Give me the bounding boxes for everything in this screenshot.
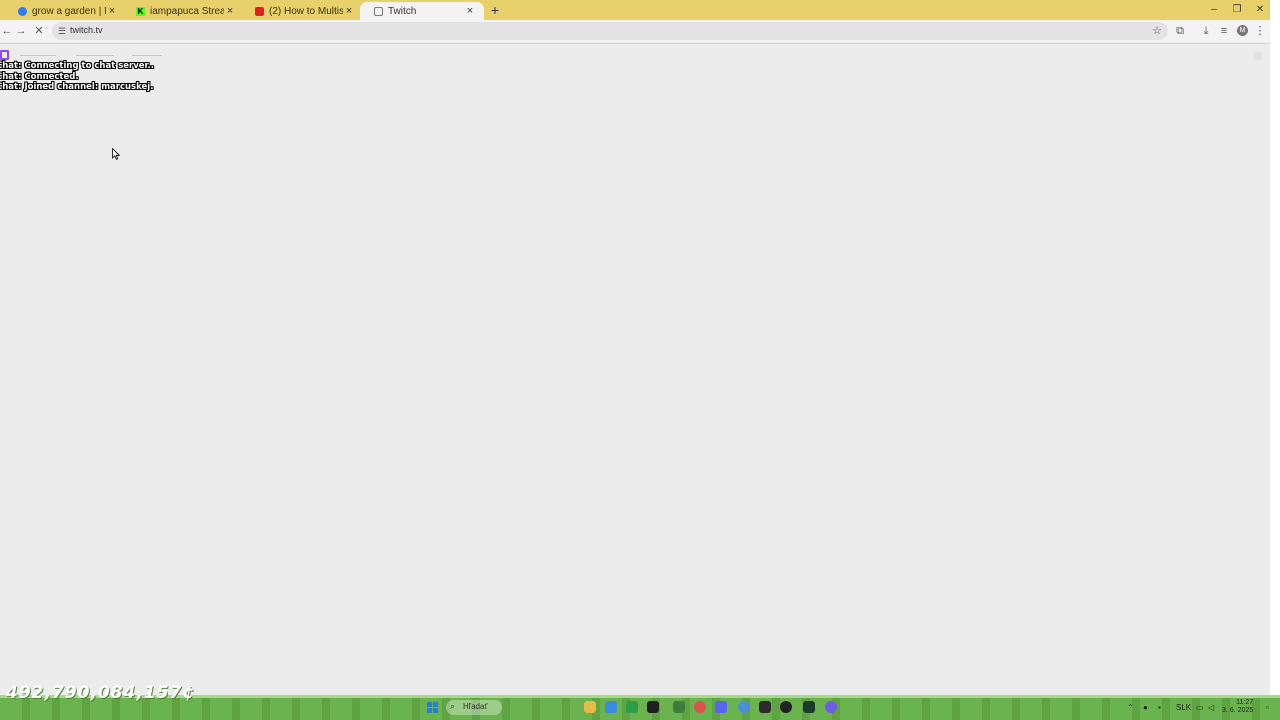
close-icon[interactable]: ×	[464, 5, 476, 17]
close-icon[interactable]: ×	[343, 5, 355, 17]
nav-placeholder	[76, 55, 114, 56]
chrome-app-icon[interactable]	[694, 701, 706, 713]
close-icon[interactable]: ×	[224, 5, 236, 17]
url-text[interactable]: twitch.tv	[70, 25, 103, 35]
chat-line: Chat: Connected.	[0, 71, 79, 82]
clock-time: 11:27	[1236, 699, 1254, 706]
tab-messenger[interactable]: grow a garden | Messenger ×	[4, 2, 126, 20]
messenger-icon	[18, 6, 27, 16]
extensions-icon[interactable]: ⧉	[1173, 24, 1187, 38]
stop-loading-icon[interactable]: ✕	[32, 24, 46, 38]
minimize-icon[interactable]: –	[1207, 3, 1221, 17]
notifications-icon[interactable]: ▫	[1266, 703, 1269, 712]
chrome-profile-icon[interactable]	[738, 701, 750, 713]
restore-icon[interactable]: ❐	[1230, 3, 1244, 17]
discord-app-icon[interactable]	[715, 701, 727, 713]
settings-app-icon[interactable]	[825, 701, 837, 713]
kick-icon: K	[136, 6, 145, 16]
menu-icon[interactable]: ⋮	[1253, 24, 1267, 38]
tab-title: iampapuca Stream - Watch Liv	[150, 5, 224, 17]
back-icon[interactable]: ←	[0, 24, 14, 38]
mouse-cursor-icon	[112, 148, 120, 160]
taskbar-clock[interactable]: 11:27 3. 6. 2025	[1222, 699, 1253, 715]
site-info-icon[interactable]: ☰	[56, 24, 68, 38]
clock-date: 3. 6. 2025	[1222, 707, 1254, 714]
volume-icon[interactable]: ◁	[1208, 703, 1214, 712]
tab-twitch[interactable]: Twitch ×	[360, 2, 484, 20]
taskbar-search[interactable]: ⌕ Hľadať	[446, 700, 502, 715]
media-control-icon[interactable]: ≡	[1217, 24, 1231, 38]
nav-placeholder	[20, 55, 56, 56]
page-divider	[0, 43, 1270, 44]
twitch-icon	[374, 6, 383, 16]
media-app-icon[interactable]	[780, 701, 792, 713]
windows-start-icon[interactable]	[427, 702, 438, 713]
search-icon: ⌕	[450, 701, 456, 711]
window-edge	[1270, 0, 1280, 695]
downloads-icon[interactable]: ⤓	[1199, 24, 1213, 38]
tab-strip: grow a garden | Messenger × K iampapuca …	[0, 0, 1270, 20]
bookmark-star-icon[interactable]: ☆	[1152, 24, 1162, 37]
microphone-icon[interactable]: ●	[1143, 703, 1148, 712]
chat-log: Chat: Connecting to chat server.. Chat: …	[0, 61, 154, 93]
network-icon[interactable]: ▭	[1196, 703, 1204, 712]
avatar[interactable]: M	[1237, 25, 1248, 36]
youtube-icon	[255, 6, 264, 16]
game-money-counter: 492,790,084,157¢	[6, 683, 196, 703]
browser-toolbar: ← → ✕ ☰ twitch.tv ☆ ⧉ ⤓ ≡ ⋮	[0, 20, 1270, 42]
user-menu-placeholder	[1253, 51, 1263, 61]
game-app-icon[interactable]	[673, 701, 685, 713]
tray-chevron-icon[interactable]: ⌃	[1127, 703, 1134, 712]
tab-title: Twitch	[388, 5, 417, 17]
address-bar[interactable]: ☰ twitch.tv ☆	[52, 22, 1168, 40]
language-indicator[interactable]: SLK	[1176, 703, 1191, 712]
tray-app-icon[interactable]: ▪	[1158, 703, 1161, 712]
file-explorer-icon[interactable]	[584, 701, 596, 713]
nav-placeholder	[132, 55, 162, 56]
steam-app-icon[interactable]	[803, 701, 815, 713]
tab-title: grow a garden | Messenger	[32, 5, 106, 17]
store-app-icon[interactable]	[626, 701, 638, 713]
browser-app-icon[interactable]	[605, 701, 617, 713]
window-close-icon[interactable]: ✕	[1253, 3, 1267, 17]
tab-kick[interactable]: K iampapuca Stream - Watch Liv ×	[122, 2, 244, 20]
terminal-app-icon[interactable]	[647, 701, 659, 713]
tab-youtube[interactable]: (2) How to Multistream on Kic ×	[241, 2, 363, 20]
close-icon[interactable]: ×	[106, 5, 118, 17]
obs-app-icon[interactable]	[759, 701, 771, 713]
chat-line: Chat: Joined channel: marcuskej.	[0, 82, 154, 92]
tab-title: (2) How to Multistream on Kic	[269, 5, 343, 17]
twitch-logo-icon[interactable]	[0, 50, 9, 60]
new-tab-button[interactable]: +	[488, 3, 502, 17]
chat-line: Chat: Connecting to chat server..	[0, 61, 154, 71]
forward-icon[interactable]: →	[14, 24, 28, 38]
search-placeholder: Hľadať	[463, 702, 488, 711]
